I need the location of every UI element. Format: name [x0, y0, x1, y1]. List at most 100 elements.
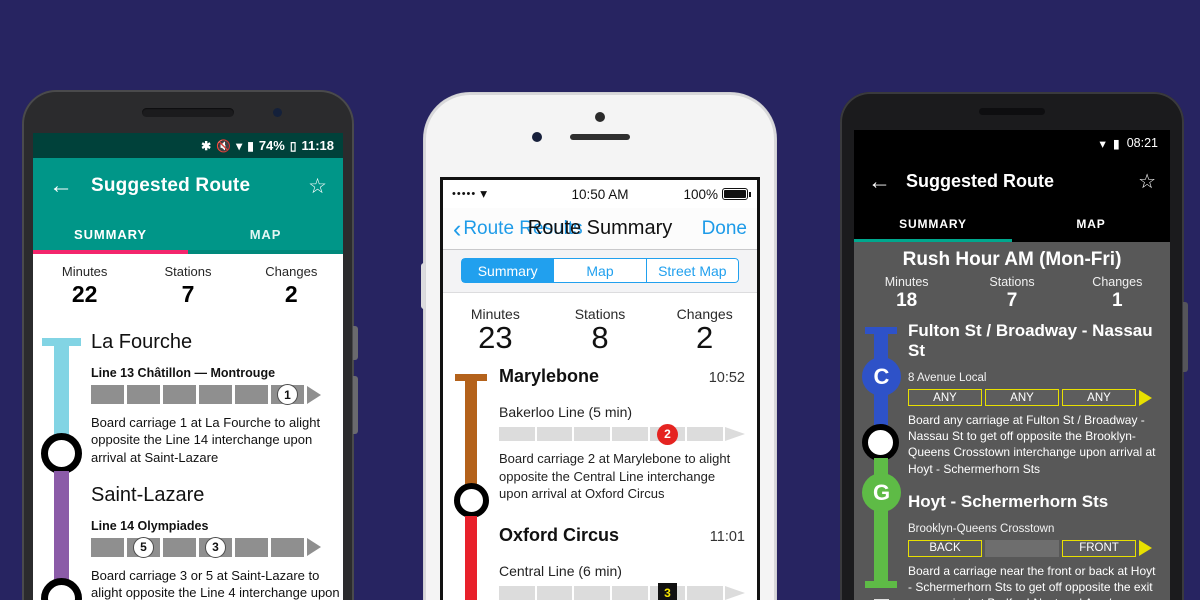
leg-instruction: Board carriage 1 at La Fourche to alight… — [91, 415, 321, 465]
stat-value: 2 — [284, 281, 298, 307]
carriage-number: 2 — [657, 423, 679, 445]
tab-bar: SUMMARY MAP — [854, 206, 1170, 242]
schedule-headline: Rush Hour AM (Mon-Fri) — [902, 249, 1122, 270]
carriage-number: 3 — [658, 583, 678, 600]
carriage-option: BACK — [908, 539, 982, 557]
carriage-option — [985, 539, 1059, 557]
battery-percent: 74% — [258, 138, 285, 153]
carriage — [235, 537, 268, 557]
carriage-diagram: ANY ANY ANY — [908, 389, 1160, 406]
carriage — [127, 385, 160, 404]
carriage-marked: 3 — [199, 536, 232, 558]
carriage-marked: 5 — [127, 536, 160, 558]
android-light-screen: ✱ 🔇 ▾ ▮ 74% ▯ 11:18 ← Suggested Route ☆ … — [33, 133, 343, 600]
carriage-diagram: 3 — [499, 583, 746, 600]
carriage-diagram: BACK FRONT — [908, 539, 1160, 557]
app-bar: ← Suggested Route ☆ — [854, 156, 1170, 206]
line-badge-g: G — [862, 473, 901, 512]
back-button[interactable]: ‹ Route Results — [453, 214, 583, 243]
route-rail — [33, 316, 91, 600]
back-arrow-icon[interactable]: ← — [49, 174, 79, 198]
leg-instruction: Board a carriage near the front or back … — [908, 563, 1156, 600]
stat-minutes: Minutes 23 — [443, 306, 548, 356]
train-nose — [725, 585, 746, 600]
line-name: 8 Avenue Local — [908, 372, 987, 384]
stat-value: 7 — [181, 281, 195, 307]
tab-summary[interactable]: SUMMARY — [33, 214, 188, 254]
carriage — [91, 537, 124, 557]
line-name: Bakerloo Line (5 min) — [499, 404, 633, 420]
volume-button[interactable] — [1183, 302, 1188, 372]
train-nose — [1139, 389, 1152, 406]
tab-bar: SUMMARY MAP — [33, 214, 343, 254]
carriage-diagram: 5 3 — [91, 536, 343, 558]
carriage — [612, 585, 648, 600]
phone-android-dark: ▾ ▮ 08:21 ← Suggested Route ☆ SUMMARY MA… — [840, 92, 1188, 600]
carriage — [499, 585, 535, 600]
stat-label: Stations — [164, 264, 212, 279]
tab-map[interactable]: MAP — [188, 214, 343, 254]
segmented-control: Summary Map Street Map — [461, 258, 739, 283]
line-name: Line 13 Châtillon — Montrouge — [91, 366, 276, 380]
earpiece-speaker — [142, 108, 234, 117]
interchange-node — [454, 483, 489, 518]
wifi-icon: ▾ — [236, 138, 243, 153]
back-arrow-icon[interactable]: ← — [868, 168, 896, 195]
bluetooth-icon: ✱ — [201, 138, 212, 153]
interchange-node — [862, 424, 899, 461]
tab-summary[interactable]: SUMMARY — [854, 206, 1012, 242]
signal-dots-icon: ••••• — [452, 188, 477, 200]
carriage — [271, 537, 304, 557]
volume-button[interactable] — [421, 263, 425, 309]
status-time: 11:18 — [301, 138, 334, 153]
stop-row: Oxford Circus 11:01 — [499, 525, 745, 546]
stat-minutes: Minutes 18 — [854, 275, 959, 312]
stat-value: 2 — [696, 320, 714, 355]
stat-minutes: Minutes 22 — [33, 264, 136, 308]
volume-button[interactable] — [353, 376, 358, 434]
rail-segment-line14 — [54, 471, 69, 589]
stop-time: 11:01 — [709, 528, 745, 545]
stop-name: La Fourche — [91, 331, 193, 353]
back-label: Route Results — [463, 217, 583, 239]
tab-map[interactable]: MAP — [1012, 206, 1170, 242]
carriage — [612, 427, 648, 441]
power-button[interactable] — [353, 326, 358, 360]
done-button[interactable]: Done — [702, 218, 747, 240]
status-left: ••••• ▾ — [452, 186, 551, 202]
carriage-diagram: 2 — [499, 423, 746, 445]
route-leg: Saint-Lazare Line 14 Olympiades 5 3 Boar… — [91, 484, 343, 600]
stat-value: 1 — [1112, 290, 1123, 311]
carriage-option: ANY — [908, 389, 982, 406]
chevron-left-icon: ‹ — [453, 214, 462, 243]
page-title: Suggested Route — [91, 175, 251, 196]
stop-name: Hoyt - Schermerhorn Sts — [908, 491, 1109, 511]
route-stats: Minutes 22 Stations 7 Changes 2 — [33, 254, 343, 316]
stat-changes: Changes 1 — [1065, 275, 1170, 312]
favorite-star-icon[interactable]: ☆ — [1138, 169, 1156, 194]
ios-screen: ••••• ▾ 10:50 AM 100% ‹ Route Results Do… — [440, 177, 760, 600]
favorite-star-icon[interactable]: ☆ — [308, 176, 327, 197]
segment-street-map[interactable]: Street Map — [645, 258, 739, 283]
route-leg: Marylebone 10:52 Bakerloo Line (5 min) 2 — [499, 366, 746, 503]
segment-map[interactable]: Map — [553, 258, 646, 283]
carriage — [536, 427, 573, 441]
interchange-node — [41, 578, 82, 600]
rail-segment-bakerloo — [465, 374, 477, 496]
leg-instruction: Board any carriage at Fulton St / Broadw… — [908, 413, 1156, 476]
route-stats: Minutes 18 Stations 7 Changes 1 — [854, 275, 1170, 321]
front-camera — [273, 108, 282, 117]
carriage: 3 — [649, 583, 686, 600]
train-nose — [1139, 540, 1152, 557]
carriage — [199, 385, 232, 404]
segment-summary[interactable]: Summary — [461, 258, 554, 283]
phone-ios: ••••• ▾ 10:50 AM 100% ‹ Route Results Do… — [421, 93, 776, 600]
carriage-number: 3 — [205, 536, 226, 558]
carriage — [163, 385, 196, 404]
page-title: Suggested Route — [906, 170, 1055, 191]
stat-changes: Changes 2 — [240, 264, 343, 308]
battery-percent: 100% — [683, 186, 719, 202]
signal-icon: ▮ — [247, 138, 254, 153]
status-bar: ✱ 🔇 ▾ ▮ 74% ▯ 11:18 — [33, 133, 343, 158]
route-list: Marylebone 10:52 Bakerloo Line (5 min) 2 — [443, 366, 757, 600]
